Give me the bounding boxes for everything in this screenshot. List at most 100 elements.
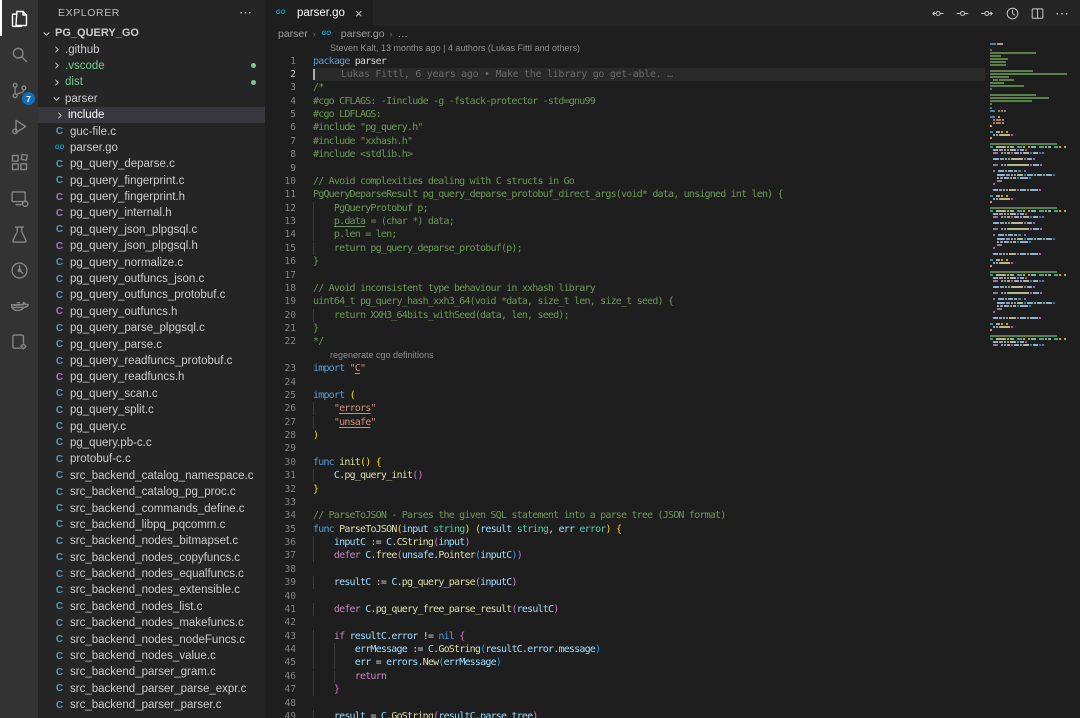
codelens-row[interactable]: Steven Kalt, 13 months ago | 4 authors (…	[265, 41, 985, 54]
code-line-19[interactable]: 19uint64_t pg_query_hash_xxh3_64(void *d…	[265, 295, 985, 308]
code-editor[interactable]: Steven Kalt, 13 months ago | 4 authors (…	[265, 41, 985, 718]
line-number[interactable]: 8	[265, 149, 296, 160]
line-number[interactable]: 46	[265, 671, 296, 682]
code-line-16[interactable]: 16}	[265, 255, 985, 268]
tree-item-src-backend-catalog-namespace-c[interactable]: Csrc_backend_catalog_namespace.c	[38, 468, 265, 484]
line-number[interactable]: 48	[265, 698, 296, 709]
tree-item-pg-query-parse-c[interactable]: Cpg_query_parse.c	[38, 336, 265, 352]
code-line-1[interactable]: 1package parser	[265, 54, 985, 67]
tree-item--vscode[interactable]: .vscode	[38, 58, 265, 74]
code-line-38[interactable]: 38	[265, 563, 985, 576]
code-line-30[interactable]: 30func init() {	[265, 456, 985, 469]
code-line-8[interactable]: 8#include <stdlib.h>	[265, 148, 985, 161]
code-line-35[interactable]: 35func ParseToJSON(input string) (result…	[265, 523, 985, 536]
line-number[interactable]: 30	[265, 457, 296, 468]
tree-item-pg-query-scan-c[interactable]: Cpg_query_scan.c	[38, 386, 265, 402]
tree-item-pg-query-split-c[interactable]: Cpg_query_split.c	[38, 402, 265, 418]
line-number[interactable]: 38	[265, 564, 296, 575]
code-line-22[interactable]: 22*/	[265, 335, 985, 348]
tree-item-pg-query-readfuncs-h[interactable]: Cpg_query_readfuncs.h	[38, 369, 265, 385]
tree-item-src-backend-parser-parse-expr-c[interactable]: Csrc_backend_parser_parse_expr.c	[38, 681, 265, 697]
tree-item-pg-query-fingerprint-c[interactable]: Cpg_query_fingerprint.c	[38, 173, 265, 189]
tree-item-pg-query-deparse-c[interactable]: Cpg_query_deparse.c	[38, 156, 265, 172]
activitybar-extensions[interactable]	[0, 144, 38, 180]
tree-item-src-backend-nodes-equalfuncs-c[interactable]: Csrc_backend_nodes_equalfuncs.c	[38, 566, 265, 582]
code-line-7[interactable]: 7#include "xxhash.h"	[265, 135, 985, 148]
code-line-44[interactable]: 44 errMessage := C.GoString(resultC.erro…	[265, 643, 985, 656]
file-history-icon[interactable]	[1005, 6, 1020, 21]
tree-item-pg-query-c[interactable]: Cpg_query.c	[38, 418, 265, 434]
line-number[interactable]: 25	[265, 390, 296, 401]
line-number[interactable]: 24	[265, 377, 296, 388]
line-number[interactable]: 31	[265, 470, 296, 481]
tree-item-parser-go[interactable]: GOparser.go	[38, 140, 265, 156]
line-number[interactable]: 29	[265, 443, 296, 454]
tree-item-src-backend-catalog-pg-proc-c[interactable]: Csrc_backend_catalog_pg_proc.c	[38, 484, 265, 500]
code-line-49[interactable]: 49 result = C.GoString(resultC.parse_tre…	[265, 710, 985, 718]
tree-item-pg-query-fingerprint-h[interactable]: Cpg_query_fingerprint.h	[38, 189, 265, 205]
activitybar-source-control[interactable]: 7	[0, 72, 38, 108]
tree-item-src-backend-nodes-copyfuncs-c[interactable]: Csrc_backend_nodes_copyfuncs.c	[38, 550, 265, 566]
code-line-14[interactable]: 14 p.len = len;	[265, 228, 985, 241]
more-actions-icon[interactable]: ⋯	[239, 9, 253, 17]
tree-item-pg-query-readfuncs-protobuf-c[interactable]: Cpg_query_readfuncs_protobuf.c	[38, 353, 265, 369]
line-number[interactable]: 17	[265, 270, 296, 281]
tree-item-pg-query-outfuncs-h[interactable]: Cpg_query_outfuncs.h	[38, 304, 265, 320]
code-line-12[interactable]: 12 PgQueryProtobuf p;	[265, 202, 985, 215]
tree-item-src-backend-libpq-pqcomm-c[interactable]: Csrc_backend_libpq_pqcomm.c	[38, 517, 265, 533]
code-line-41[interactable]: 41 defer C.pg_query_free_parse_result(re…	[265, 603, 985, 616]
code-line-6[interactable]: 6#include "pg_query.h"	[265, 121, 985, 134]
tree-item-dist[interactable]: dist	[38, 74, 265, 90]
breadcrumb-item--[interactable]: …	[398, 28, 409, 40]
line-number[interactable]: 34	[265, 510, 296, 521]
code-line-45[interactable]: 45 err = errors.New(errMessage)	[265, 656, 985, 669]
open-changes-next-icon[interactable]	[980, 6, 995, 21]
code-line-23[interactable]: 23import "C"	[265, 362, 985, 375]
line-number[interactable]: 23	[265, 363, 296, 374]
code-line-5[interactable]: 5#cgo LDFLAGS:	[265, 108, 985, 121]
tree-item-pg-query-outfuncs-json-c[interactable]: Cpg_query_outfuncs_json.c	[38, 271, 265, 287]
code-line-4[interactable]: 4#cgo CFLAGS: -Iinclude -g -fstack-prote…	[265, 95, 985, 108]
activitybar-run-debug[interactable]	[0, 108, 38, 144]
activitybar-file-gear[interactable]	[0, 324, 38, 360]
code-line-28[interactable]: 28)	[265, 429, 985, 442]
line-number[interactable]: 13	[265, 216, 296, 227]
tree-item--github[interactable]: .github	[38, 41, 265, 57]
tree-item-src-backend-nodes-list-c[interactable]: Csrc_backend_nodes_list.c	[38, 599, 265, 615]
code-line-34[interactable]: 34// ParseToJSON - Parses the given SQL …	[265, 509, 985, 522]
line-number[interactable]: 9	[265, 163, 296, 174]
tree-item-src-backend-commands-define-c[interactable]: Csrc_backend_commands_define.c	[38, 500, 265, 516]
line-number[interactable]: 2	[265, 69, 296, 80]
tab-parser-go[interactable]: GO parser.go ×	[265, 0, 373, 26]
tree-item-src-backend-nodes-bitmapset-c[interactable]: Csrc_backend_nodes_bitmapset.c	[38, 533, 265, 549]
breadcrumb-item-parser-go[interactable]: GOparser.go	[321, 28, 385, 40]
code-line-33[interactable]: 33	[265, 496, 985, 509]
close-icon[interactable]: ×	[355, 6, 363, 21]
code-line-10[interactable]: 10// Avoid complexities dealing with C s…	[265, 175, 985, 188]
line-number[interactable]: 33	[265, 497, 296, 508]
tree-item-include[interactable]: include	[38, 107, 265, 123]
codelens-row[interactable]: regenerate cgo definitions	[265, 349, 985, 362]
line-number[interactable]: 35	[265, 524, 296, 535]
line-number[interactable]: 18	[265, 283, 296, 294]
line-number[interactable]: 12	[265, 203, 296, 214]
activitybar-explorer[interactable]	[0, 0, 38, 36]
code-line-13[interactable]: 13 p.data = (char *) data;	[265, 215, 985, 228]
code-line-36[interactable]: 36 inputC := C.CString(input)	[265, 536, 985, 549]
code-line-20[interactable]: 20 return XXH3_64bits_withSeed(data, len…	[265, 309, 985, 322]
tree-item-pg-query-parse-plpgsql-c[interactable]: Cpg_query_parse_plpgsql.c	[38, 320, 265, 336]
line-number[interactable]: 37	[265, 550, 296, 561]
tree-item-parser[interactable]: parser	[38, 91, 265, 107]
code-line-11[interactable]: 11PgQueryDeparseResult pg_query_deparse_…	[265, 188, 985, 201]
tree-item-pg-query-json-plpgsql-c[interactable]: Cpg_query_json_plpgsql.c	[38, 222, 265, 238]
code-line-3[interactable]: 3/*	[265, 81, 985, 94]
code-line-32[interactable]: 32}	[265, 482, 985, 495]
tree-item-pg-query-normalize-c[interactable]: Cpg_query_normalize.c	[38, 254, 265, 270]
activitybar-remote-explorer[interactable]	[0, 180, 38, 216]
line-number[interactable]: 6	[265, 122, 296, 133]
codelens-label[interactable]: Steven Kalt, 13 months ago | 4 authors (…	[330, 43, 580, 53]
line-number[interactable]: 32	[265, 484, 296, 495]
minimap[interactable]	[985, 41, 1080, 718]
line-number[interactable]: 43	[265, 631, 296, 642]
line-number[interactable]: 47	[265, 684, 296, 695]
